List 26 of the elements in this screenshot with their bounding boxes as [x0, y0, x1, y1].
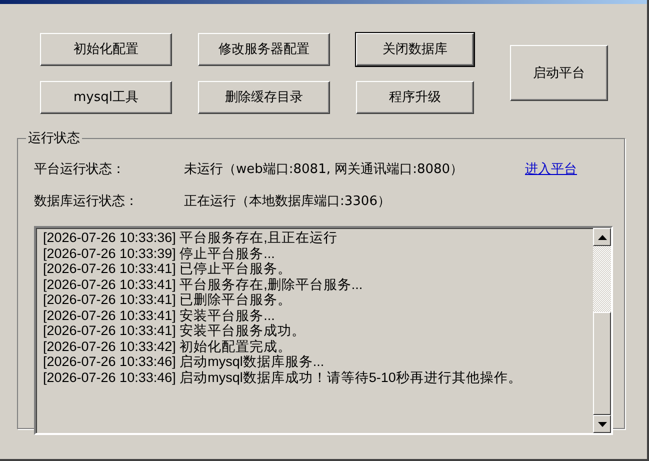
log-line: [2026-07-26 10:33:41] 平台服务存在,删除平台服务... [43, 276, 364, 292]
status-label: 数据库运行状态： [34, 193, 139, 210]
scroll-up-icon[interactable] [593, 228, 611, 246]
log-line: [2026-07-26 10:33:42] 初始化配置完成。 [43, 338, 293, 354]
status-label: 平台运行状态： [34, 161, 126, 178]
action-button[interactable]: 修改服务器配置 [198, 32, 330, 66]
log-line: [2026-07-26 10:33:41] 安装平台服务成功。 [43, 323, 307, 338]
log-line: [2026-07-26 10:33:36] 平台服务存在,且正在运行 [43, 230, 338, 246]
action-button[interactable]: 程序升级 [356, 80, 474, 114]
status-value: 未运行（web端口:8081, 网关通讯端口:8080） [184, 161, 464, 178]
log-line: [2026-07-26 10:33:41] 已删除平台服务。 [43, 292, 293, 308]
scrollbar[interactable] [593, 228, 611, 433]
log-line: [2026-07-26 10:33:46] 启动mysql数据库服务... [43, 354, 326, 370]
action-button[interactable]: 初始化配置 [40, 32, 172, 66]
log-line: [2026-07-26 10:33:39] 停止平台服务... [43, 246, 276, 261]
action-button[interactable]: 删除缓存目录 [198, 80, 330, 114]
action-button[interactable]: mysql工具 [40, 80, 172, 114]
group-title: 运行状态 [27, 130, 81, 147]
log-line: [2026-07-26 10:33:46] 启动mysql数据库成功！请等待5-10秒再进行其他操作。 [43, 370, 523, 385]
scroll-down-icon[interactable] [593, 415, 611, 433]
enter-platform-link[interactable]: 进入平台 [525, 160, 577, 178]
log-line: [2026-07-26 10:33:41] 已停止平台服务。 [43, 261, 293, 276]
action-button[interactable]: 关闭数据库 [356, 32, 474, 66]
log-line: [2026-07-26 10:33:41] 安装平台服务... [43, 308, 276, 323]
status-value: 正在运行（本地数据库端口:3306） [184, 193, 392, 210]
start-button[interactable]: 启动平台 [510, 45, 608, 101]
